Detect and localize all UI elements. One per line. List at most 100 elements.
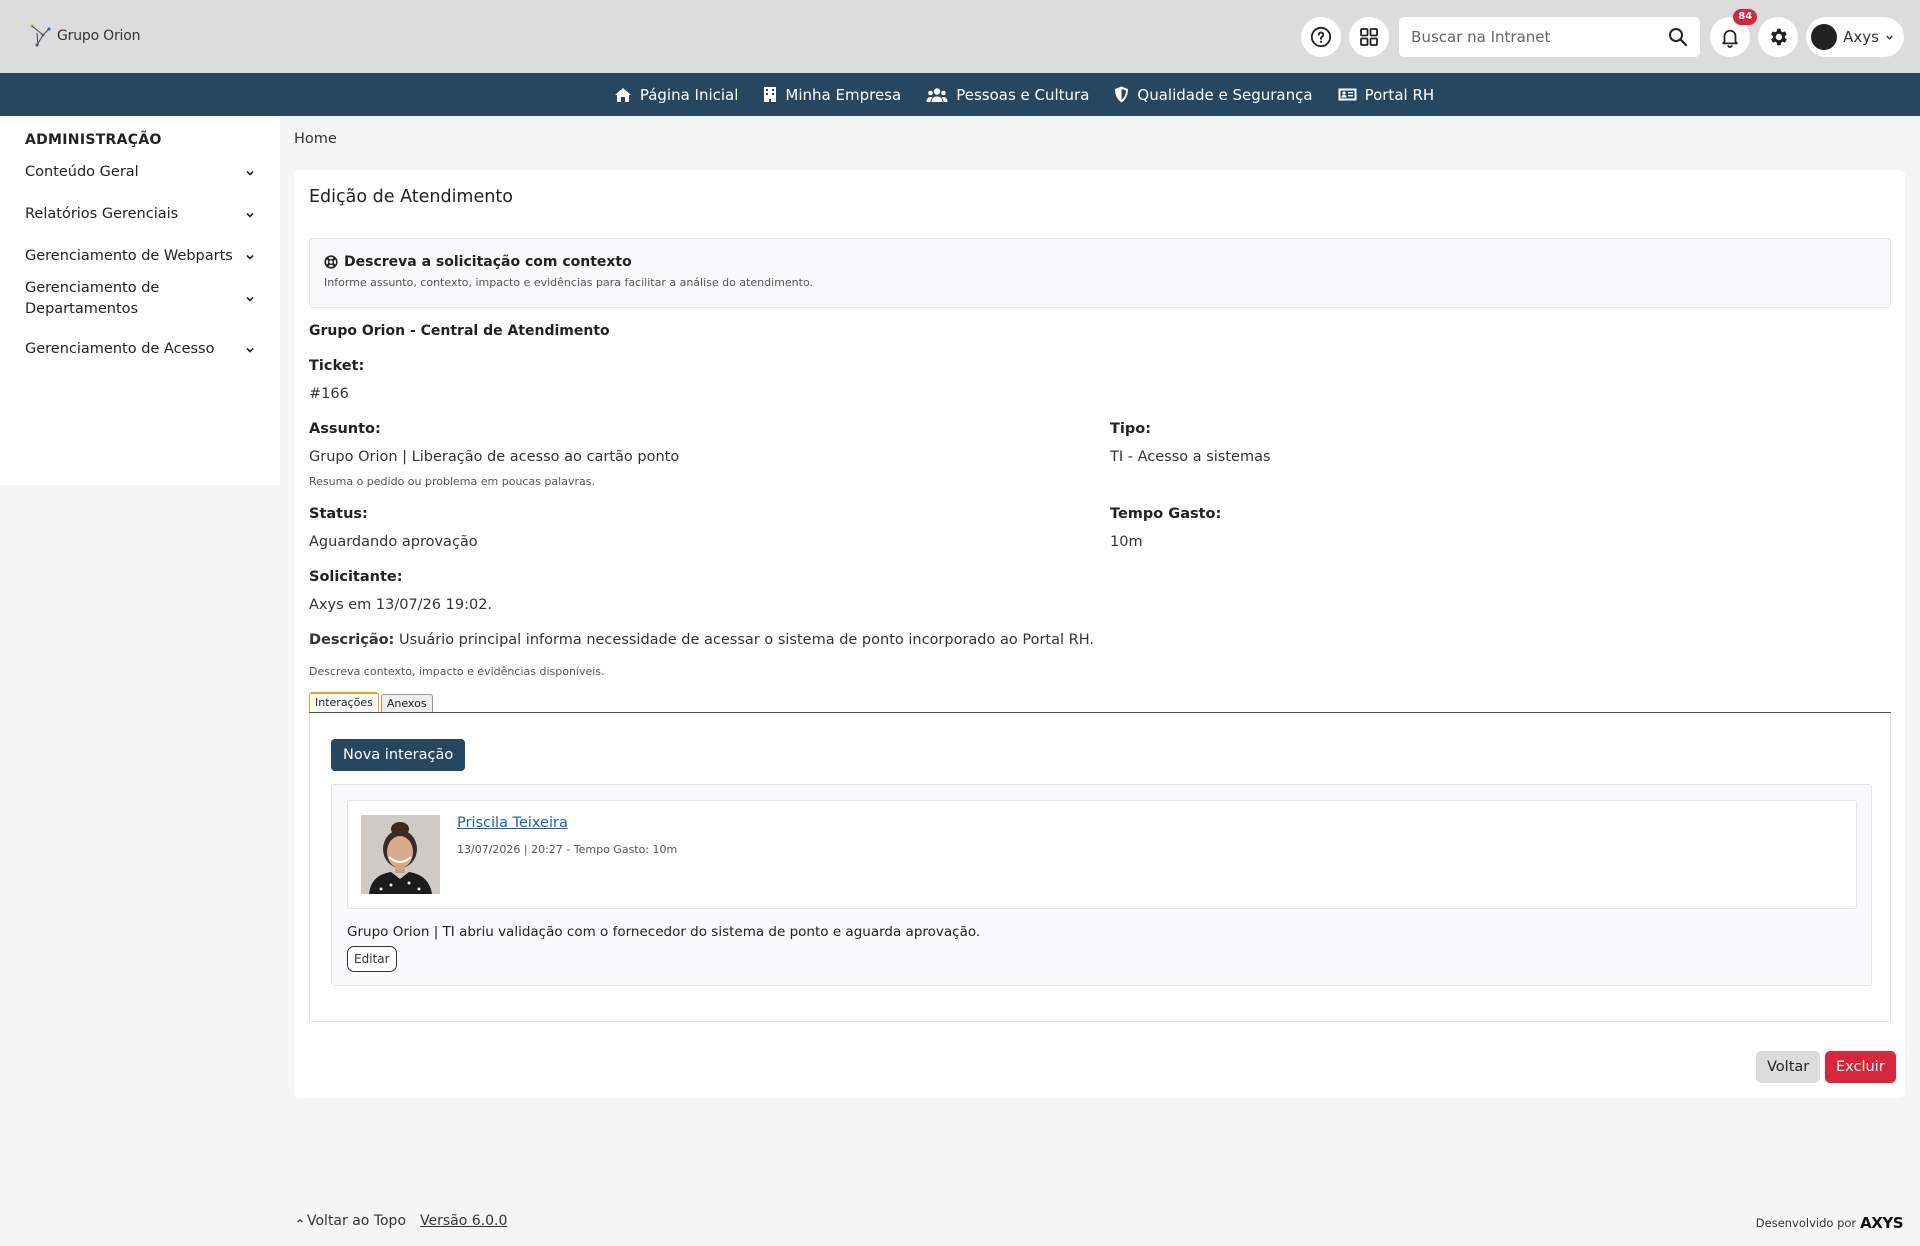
solicitante-value: Axys em 13/07/26 19:02. xyxy=(309,597,493,613)
top-header: Grupo Orion 84 Axys xyxy=(0,0,1920,73)
detail-tabs: Interações Anexos xyxy=(309,692,1891,713)
nav-item-label: Página Inicial xyxy=(639,85,739,104)
search-box xyxy=(1399,17,1701,57)
notifications-badge: 84 xyxy=(1733,9,1758,25)
assunto-value: Grupo Orion | Liberação de acesso ao car… xyxy=(309,449,680,465)
sidebar-item-webparts[interactable]: Gerenciamento de Webparts xyxy=(25,246,255,267)
nav-item-home[interactable]: Página Inicial xyxy=(614,85,739,104)
user-menu[interactable]: Axys xyxy=(1806,17,1904,57)
nav-item-company[interactable]: Minha Empresa xyxy=(763,86,901,104)
sidebar-item-acesso[interactable]: Gerenciamento de Acesso xyxy=(25,339,255,360)
page-title: Edição de Atendimento xyxy=(309,187,513,207)
chevron-down-icon xyxy=(246,347,254,353)
info-callout: Descreva a solicitação com contexto Info… xyxy=(309,238,1891,308)
search-input[interactable] xyxy=(1411,28,1669,46)
nav-item-label: Pessoas e Cultura xyxy=(956,85,1090,104)
main-nav: Página Inicial Minha Empresa Pessoas e C… xyxy=(0,73,1920,116)
admin-sidebar: ADMINISTRAÇÃO Conteúdo Geral Relatórios … xyxy=(0,116,280,485)
ticket-label: Ticket: xyxy=(309,358,365,374)
nav-item-quality[interactable]: Qualidade e Segurança xyxy=(1114,85,1313,104)
search-icon[interactable] xyxy=(1668,27,1688,47)
tipo-value: TI - Acesso a sistemas xyxy=(1110,449,1271,465)
chevron-down-icon xyxy=(246,170,254,176)
building-icon xyxy=(764,87,777,102)
ticket-edit-card: Edição de Atendimento Descreva a solicit… xyxy=(294,170,1905,1098)
descricao-row: Descrição: Usuário principal informa nec… xyxy=(309,632,1094,648)
user-name: Axys xyxy=(1843,28,1879,46)
ticket-value: #166 xyxy=(309,386,349,402)
nav-item-people[interactable]: Pessoas e Cultura xyxy=(926,86,1089,104)
chevron-down-icon xyxy=(246,254,254,260)
developer-brand[interactable]: AXYS xyxy=(1860,1214,1903,1232)
author-link[interactable]: Priscila Teixeira xyxy=(457,815,568,831)
notifications-button[interactable]: 84 xyxy=(1710,9,1758,57)
apps-grid-icon xyxy=(1360,28,1379,46)
sidebar-item-label: Conteúdo Geral xyxy=(25,164,139,180)
interaction-header: Priscila Teixeira 13/07/2026 | 20:27 - T… xyxy=(347,800,1857,909)
info-subtitle: Informe assunto, contexto, impacto e evi… xyxy=(324,276,813,289)
logo-text: Grupo Orion xyxy=(57,28,141,44)
solicitante-label: Solicitante: xyxy=(309,569,403,585)
edit-interaction-button[interactable]: Editar xyxy=(347,946,397,972)
bell-icon xyxy=(1722,29,1738,48)
descricao-value: Usuário principal informa necessidade de… xyxy=(398,632,1094,648)
interaction-item: Priscila Teixeira 13/07/2026 | 20:27 - T… xyxy=(331,784,1872,986)
id-card-icon xyxy=(1338,88,1357,101)
shield-icon xyxy=(1115,86,1129,103)
assunto-hint: Resuma o pedido ou problema em poucas pa… xyxy=(309,475,595,488)
logo-icon xyxy=(30,24,51,47)
interactions-panel: Nova interação Priscila Teixeira 13/07/2… xyxy=(309,713,1891,1022)
version-link[interactable]: Versão 6.0.0 xyxy=(420,1213,507,1229)
author-photo xyxy=(361,815,440,894)
help-icon xyxy=(1311,26,1332,48)
tab-anexos[interactable]: Anexos xyxy=(380,694,433,712)
nav-item-label: Portal RH xyxy=(1364,85,1435,104)
back-to-top-link[interactable]: Voltar ao Topo xyxy=(296,1213,406,1229)
sidebar-item-label: Relatórios Gerenciais xyxy=(25,206,179,222)
sidebar-item-conteudo-geral[interactable]: Conteúdo Geral xyxy=(25,162,255,183)
avatar xyxy=(1811,24,1838,50)
info-title: Descreva a solicitação com contexto xyxy=(344,254,632,270)
chevron-down-icon xyxy=(1886,35,1893,40)
delete-button[interactable]: Excluir xyxy=(1825,1051,1896,1083)
company-logo[interactable]: Grupo Orion xyxy=(29,23,140,49)
home-icon xyxy=(614,87,631,102)
apps-button[interactable] xyxy=(1349,17,1390,57)
settings-button[interactable] xyxy=(1758,17,1799,57)
interaction-text: Grupo Orion | TI abriu validação com o f… xyxy=(347,924,981,940)
breadcrumb[interactable]: Home xyxy=(294,131,337,147)
person-photo-icon xyxy=(361,815,440,894)
nav-item-label: Minha Empresa xyxy=(785,85,902,104)
descricao-label: Descrição: xyxy=(309,632,395,648)
interaction-meta: 13/07/2026 | 20:27 - Tempo Gasto: 10m xyxy=(457,843,678,856)
sidebar-title: ADMINISTRAÇÃO xyxy=(25,132,162,148)
sidebar-item-label: Gerenciamento de Webparts xyxy=(25,248,233,264)
assunto-label: Assunto: xyxy=(309,421,381,437)
chevron-down-icon xyxy=(246,212,254,218)
descricao-hint: Descreva contexto, impacto e evidências … xyxy=(309,665,605,678)
sidebar-item-label: Gerenciamento de Acesso xyxy=(25,341,215,357)
developed-by-label: Desenvolvido por xyxy=(1755,1216,1857,1230)
chevron-up-icon xyxy=(297,1218,303,1223)
footer-left: Voltar ao Topo Versão 6.0.0 xyxy=(296,1213,507,1229)
lifebuoy-icon xyxy=(324,255,338,269)
status-label: Status: xyxy=(309,506,368,522)
back-button[interactable]: Voltar xyxy=(1756,1051,1821,1083)
status-value: Aguardando aprovação xyxy=(309,534,478,550)
sidebar-item-relatorios[interactable]: Relatórios Gerenciais xyxy=(25,204,255,225)
footer-credits: Desenvolvido por AXYS xyxy=(1755,1214,1904,1232)
new-interaction-button[interactable]: Nova interação xyxy=(331,739,466,771)
org-title: Grupo Orion - Central de Atendimento xyxy=(309,323,610,339)
tipo-label: Tipo: xyxy=(1110,421,1152,437)
sidebar-item-label: Gerenciamento de Departamentos xyxy=(25,280,160,317)
gear-icon xyxy=(1771,28,1787,46)
nav-item-label: Qualidade e Segurança xyxy=(1137,85,1313,104)
tempo-label: Tempo Gasto: xyxy=(1110,506,1222,522)
sidebar-item-departamentos[interactable]: Gerenciamento de Departamentos xyxy=(25,278,255,320)
chevron-down-icon xyxy=(246,296,254,302)
tempo-value: 10m xyxy=(1110,534,1143,550)
users-icon xyxy=(926,87,948,102)
help-button[interactable] xyxy=(1301,17,1342,57)
tab-interacoes[interactable]: Interações xyxy=(309,692,379,712)
nav-item-hr[interactable]: Portal RH xyxy=(1338,85,1435,104)
